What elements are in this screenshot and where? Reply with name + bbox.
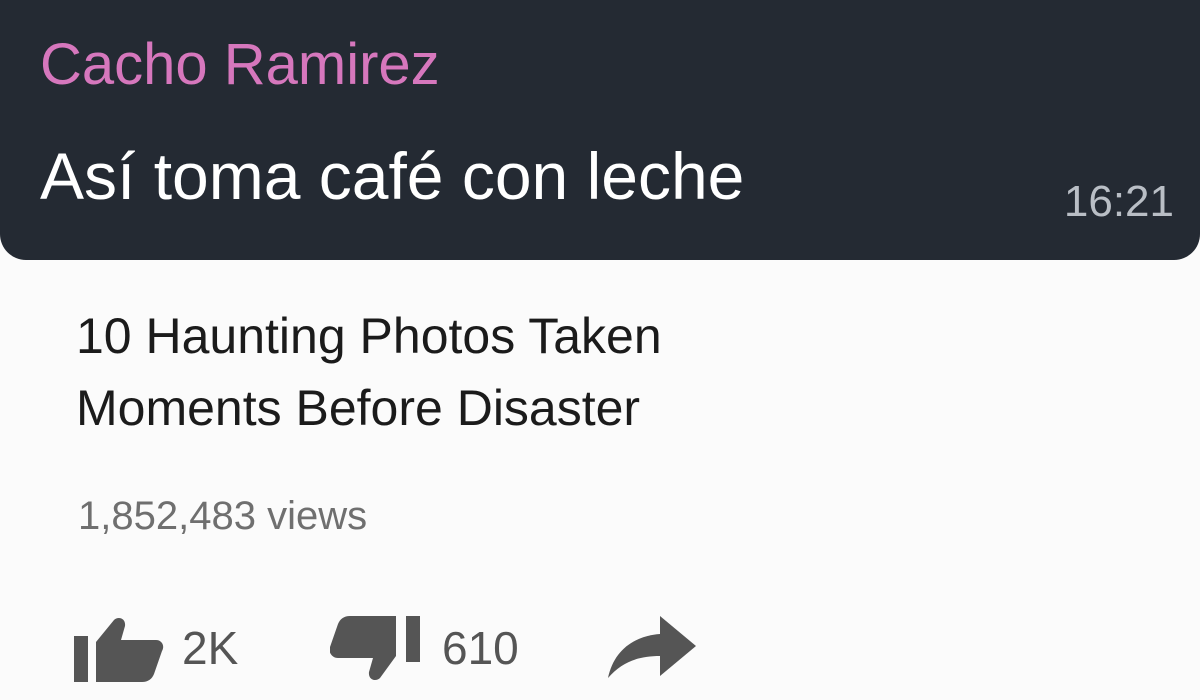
view-count: 1,852,483 views bbox=[78, 494, 368, 538]
screenshot-page: Cacho Ramirez Así toma café con leche 16… bbox=[0, 0, 1200, 700]
video-actions-row: 2K 610 bbox=[74, 608, 774, 688]
dislike-count: 610 bbox=[442, 622, 519, 674]
share-button[interactable] bbox=[608, 608, 708, 688]
thumbs-down-icon bbox=[330, 616, 420, 680]
video-info-card: 10 Haunting Photos Taken Moments Before … bbox=[0, 260, 1200, 700]
like-button[interactable]: 2K bbox=[74, 608, 274, 688]
chat-message-bubble: Cacho Ramirez Así toma café con leche 16… bbox=[0, 0, 1200, 260]
dislike-button[interactable]: 610 bbox=[330, 608, 560, 688]
video-title: 10 Haunting Photos Taken Moments Before … bbox=[76, 300, 976, 444]
video-title-line-1: 10 Haunting Photos Taken bbox=[76, 308, 662, 364]
message-timestamp: 16:21 bbox=[1063, 177, 1174, 226]
sender-name[interactable]: Cacho Ramirez bbox=[40, 30, 440, 100]
message-text: Así toma café con leche bbox=[40, 139, 745, 213]
thumbs-up-icon bbox=[74, 618, 164, 682]
share-arrow-icon bbox=[608, 616, 696, 678]
like-count: 2K bbox=[182, 622, 239, 674]
video-title-line-2: Moments Before Disaster bbox=[76, 380, 641, 436]
